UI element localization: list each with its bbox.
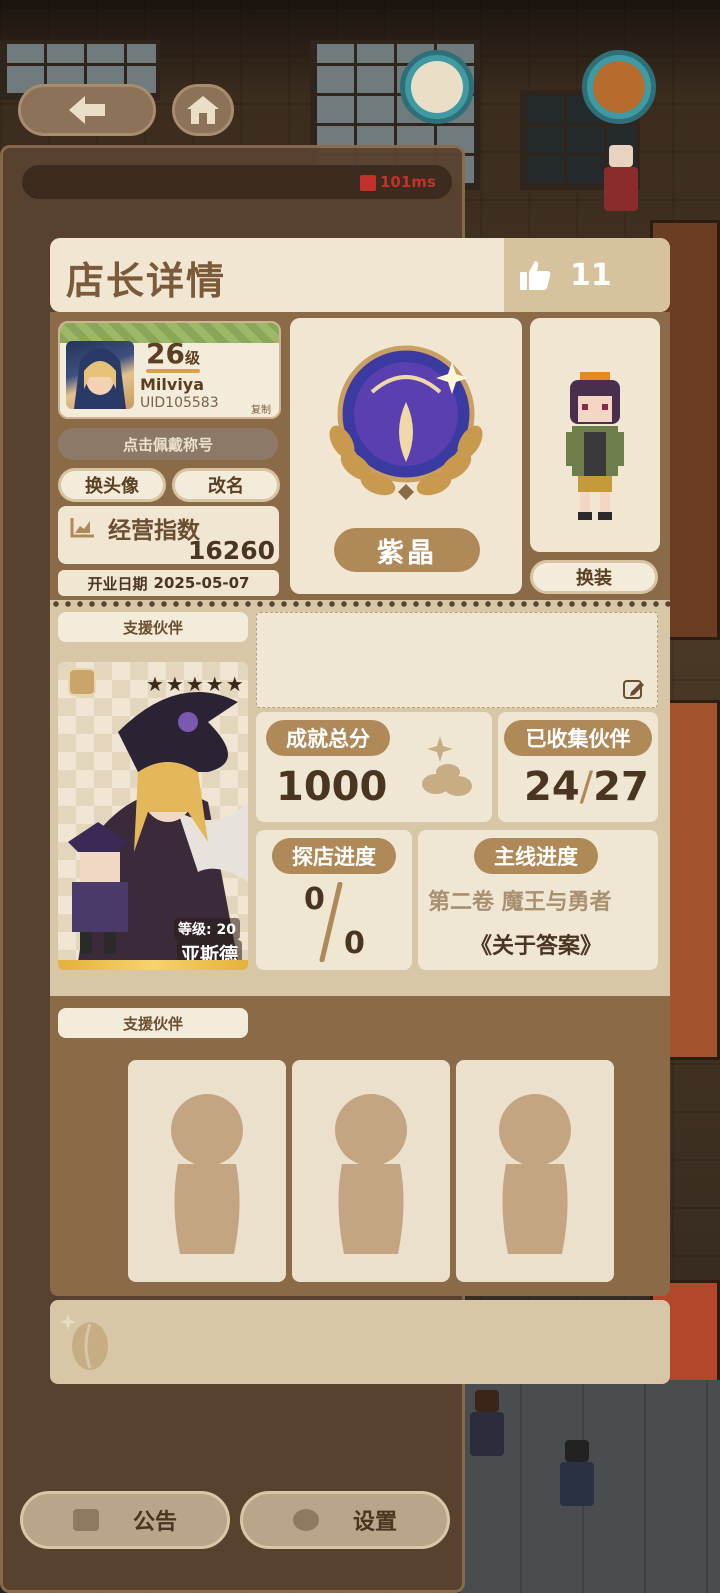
rename-button[interactable]: 改名: [172, 468, 280, 502]
visit-total: 0: [344, 926, 365, 961]
element-badge-icon: [68, 668, 96, 696]
like-count: 11: [570, 257, 612, 293]
support-slot-1[interactable]: [128, 1060, 286, 1282]
gear-icon: [292, 1509, 319, 1531]
profile-section: 26级 Milviya UID105583 复制 点击佩戴称号 换头像 改名 经…: [50, 312, 670, 600]
npc-sprite: [560, 1440, 594, 1506]
support-partner-card[interactable]: ★★★★★ 等级: 20 亚斯德: [58, 662, 248, 970]
player-name: Milviya: [140, 375, 205, 394]
character-card: [530, 318, 660, 552]
character-sprite: [566, 372, 624, 520]
notice-button[interactable]: 公告: [20, 1491, 230, 1549]
change-outfit-button[interactable]: 换装: [530, 560, 658, 594]
rank-emblem-icon: [329, 345, 483, 500]
collected-partners-card: 已收集伙伴 24/27: [498, 712, 658, 822]
support-slot-2[interactable]: [292, 1060, 450, 1282]
achievement-card: 成就总分 1000: [256, 712, 492, 822]
support-level: 等级: 20: [174, 918, 240, 940]
copy-uid-button[interactable]: 复制: [251, 401, 271, 416]
main-story-chapter: 第二卷 魔王与勇者: [428, 890, 612, 915]
like-button[interactable]: 11: [504, 238, 670, 312]
signature-box[interactable]: [256, 612, 658, 708]
thumbs-up-icon: [520, 261, 551, 290]
page-title: 店长详情: [66, 259, 227, 303]
avatar[interactable]: [66, 341, 134, 409]
open-date: 开业日期 2025-05-07: [58, 570, 279, 596]
empty-slot-silhouette-icon: [335, 1094, 407, 1254]
business-index-card: 经营指数 16260: [58, 506, 279, 565]
main-story-label: 主线进度: [474, 838, 598, 874]
empty-slot-silhouette-icon: [171, 1094, 243, 1254]
main-story-card: 主线进度 第二卷 魔王与勇者 《关于答案》: [418, 830, 658, 970]
visit-progress-card: 探店进度 0 0: [256, 830, 412, 970]
coffee-bean-icon: [422, 736, 472, 796]
support-slot-3[interactable]: [456, 1060, 614, 1282]
settings-button[interactable]: 设置: [240, 1491, 450, 1549]
rank-card[interactable]: 紫晶: [290, 318, 522, 594]
wear-title-button[interactable]: 点击佩戴称号: [58, 428, 278, 460]
clipboard-icon: [72, 1509, 99, 1531]
divider: [50, 600, 670, 608]
achievement-value: 1000: [276, 764, 388, 810]
shop-owner-detail-modal: 店长详情 11 26级 Milviya UID105583 复制 点击佩戴称号 …: [50, 238, 670, 1403]
ping-indicator: 101ms: [360, 173, 436, 191]
back-button[interactable]: [18, 84, 156, 136]
collected-value: 24/27: [524, 764, 649, 810]
arrow-left-icon: [69, 96, 105, 124]
lamp-icon[interactable]: [400, 50, 474, 124]
bread-icon[interactable]: [582, 50, 656, 124]
rarity-stars: ★★★★★: [146, 672, 246, 696]
rank-label: 紫晶: [334, 528, 480, 572]
player-card: 26级 Milviya UID105583 复制: [58, 321, 281, 419]
home-icon: [187, 96, 219, 124]
edit-icon[interactable]: [623, 679, 645, 699]
player-level: 26级: [146, 337, 200, 370]
business-index-value: 16260: [188, 536, 275, 565]
signal-icon: [360, 174, 376, 191]
achievement-label: 成就总分: [266, 720, 390, 756]
coffee-bean-icon: [60, 1314, 108, 1370]
home-button[interactable]: [172, 84, 234, 136]
visit-progress-label: 探店进度: [272, 838, 396, 874]
modal-header: 店长详情 11: [50, 238, 670, 312]
business-index-label: 经营指数: [108, 518, 200, 544]
support-partner-label: 支援伙伴: [58, 612, 248, 642]
collected-label: 已收集伙伴: [504, 720, 652, 756]
npc-sprite: [604, 145, 638, 211]
modal-footer: [50, 1300, 670, 1384]
change-avatar-button[interactable]: 换头像: [58, 468, 166, 502]
chart-icon: [70, 518, 94, 538]
empty-slot-silhouette-icon: [499, 1094, 571, 1254]
support-team-label: 支援伙伴: [58, 1008, 248, 1038]
main-story-title: 《关于答案》: [470, 934, 603, 959]
player-uid: UID105583: [140, 395, 219, 411]
